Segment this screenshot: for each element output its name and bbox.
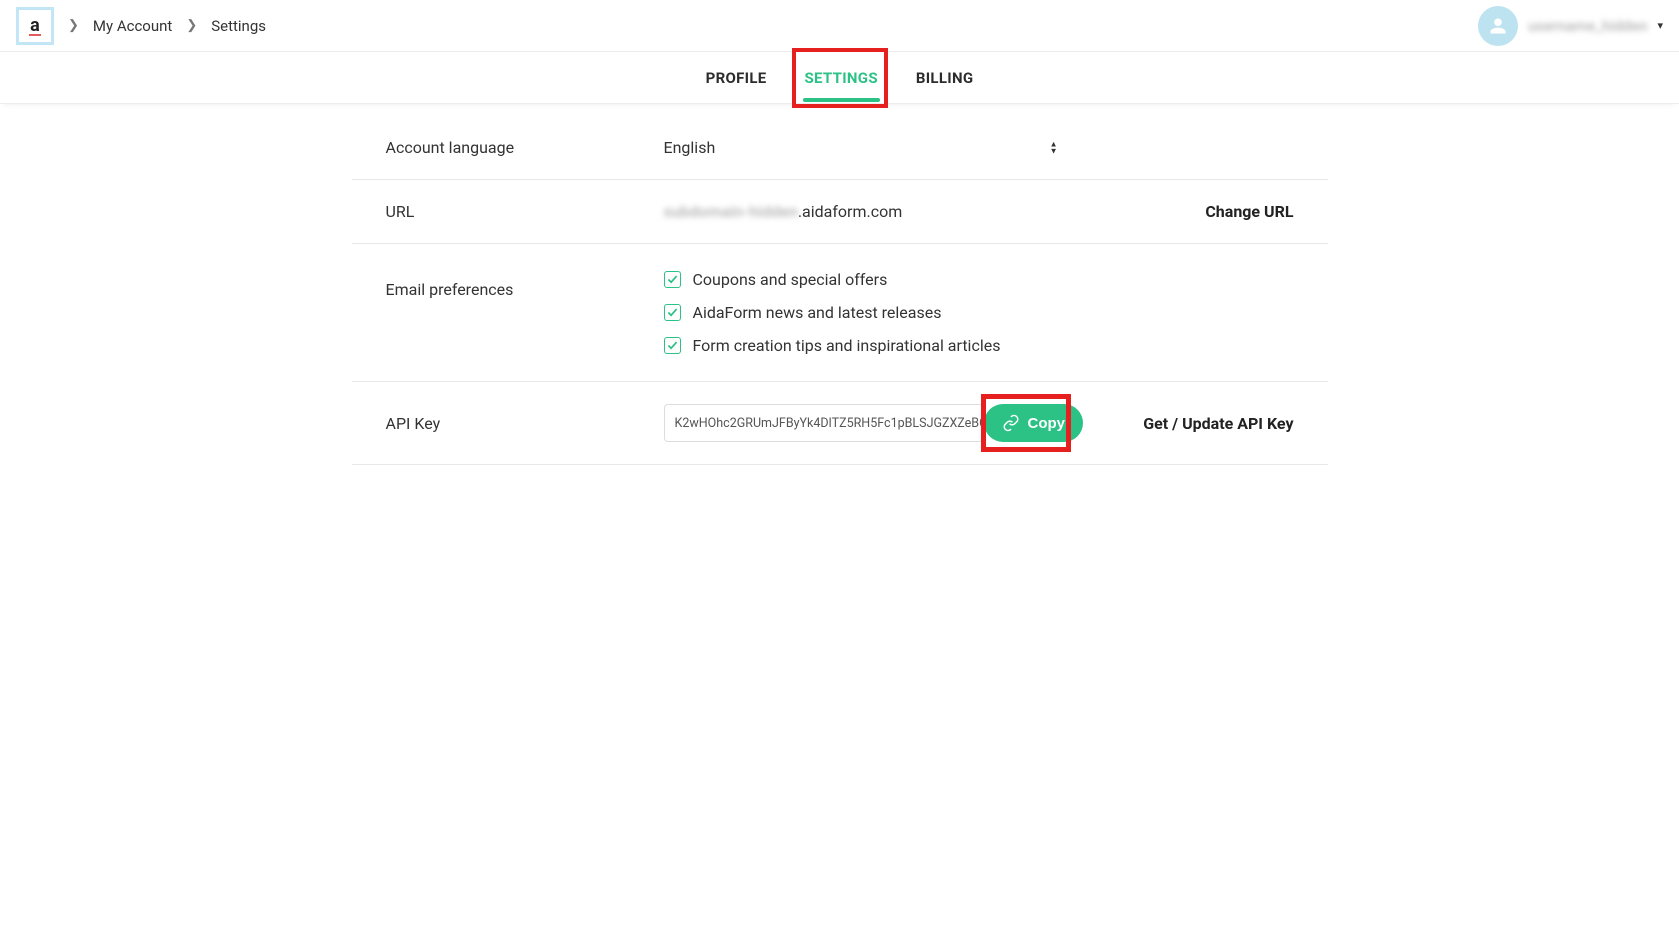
username-label: username_hidden [1528, 17, 1647, 35]
app-logo-underline [29, 34, 41, 36]
email-prefs-list: Coupons and special offers AidaForm news… [664, 266, 1001, 359]
settings-panel: Account language English ▲▼ URL subdomai… [352, 104, 1328, 505]
user-icon [1488, 16, 1508, 36]
row-language: Account language English ▲▼ [352, 134, 1328, 180]
check-icon [667, 274, 678, 285]
change-url-button[interactable]: Change URL [1205, 202, 1293, 221]
tab-settings[interactable]: SETTINGS [803, 55, 880, 101]
link-icon [1002, 414, 1020, 432]
label-language: Account language [386, 138, 664, 157]
breadcrumb-my-account[interactable]: My Account [93, 17, 172, 35]
copy-button[interactable]: Copy [984, 404, 1084, 442]
checkbox-tips[interactable] [664, 337, 681, 354]
copy-button-label: Copy [1028, 415, 1066, 432]
chevron-right-icon: ❯ [186, 18, 197, 33]
top-bar: a ❯ My Account ❯ Settings username_hidde… [0, 0, 1679, 52]
api-key-input[interactable]: K2wHOhc2GRUmJFByYk4DlTZ5RH5Fc1pBLSJGZXZe… [664, 404, 984, 442]
check-icon [667, 340, 678, 351]
pref-item: AidaForm news and latest releases [664, 303, 1001, 322]
app-logo[interactable]: a [16, 7, 54, 45]
tabs: PROFILE SETTINGS BILLING [0, 52, 1679, 104]
api-key-value: K2wHOhc2GRUmJFByYk4DlTZ5RH5Fc1pBLSJGZXZe… [675, 416, 984, 431]
row-api-key: API Key K2wHOhc2GRUmJFByYk4DlTZ5RH5Fc1pB… [352, 382, 1328, 465]
url-domain: .aidaform.com [798, 202, 902, 221]
language-select[interactable]: English ▲▼ [664, 138, 1064, 157]
url-value: subdomain-hidden.aidaform.com [664, 202, 1206, 221]
tab-billing[interactable]: BILLING [914, 55, 976, 101]
label-api-key: API Key [386, 414, 664, 433]
breadcrumb-settings[interactable]: Settings [211, 17, 266, 35]
label-url: URL [386, 202, 664, 221]
breadcrumb: a ❯ My Account ❯ Settings [16, 7, 266, 45]
check-icon [667, 307, 678, 318]
get-update-api-key-button[interactable]: Get / Update API Key [1143, 414, 1293, 433]
pref-label: AidaForm news and latest releases [693, 303, 942, 322]
checkbox-news[interactable] [664, 304, 681, 321]
select-caret-icon: ▲▼ [1050, 141, 1058, 154]
row-url: URL subdomain-hidden.aidaform.com Change… [352, 180, 1328, 244]
url-subdomain: subdomain-hidden [664, 202, 798, 221]
language-value: English [664, 138, 716, 157]
avatar [1478, 6, 1518, 46]
chevron-down-icon: ▾ [1657, 19, 1663, 32]
row-email-prefs: Email preferences Coupons and special of… [352, 244, 1328, 382]
label-email-prefs: Email preferences [386, 266, 664, 299]
tab-profile[interactable]: PROFILE [704, 55, 769, 101]
user-menu[interactable]: username_hidden ▾ [1478, 6, 1663, 46]
pref-label: Coupons and special offers [693, 270, 888, 289]
pref-label: Form creation tips and inspirational art… [693, 336, 1001, 355]
pref-item: Form creation tips and inspirational art… [664, 336, 1001, 355]
pref-item: Coupons and special offers [664, 270, 1001, 289]
checkbox-coupons[interactable] [664, 271, 681, 288]
chevron-right-icon: ❯ [68, 18, 79, 33]
